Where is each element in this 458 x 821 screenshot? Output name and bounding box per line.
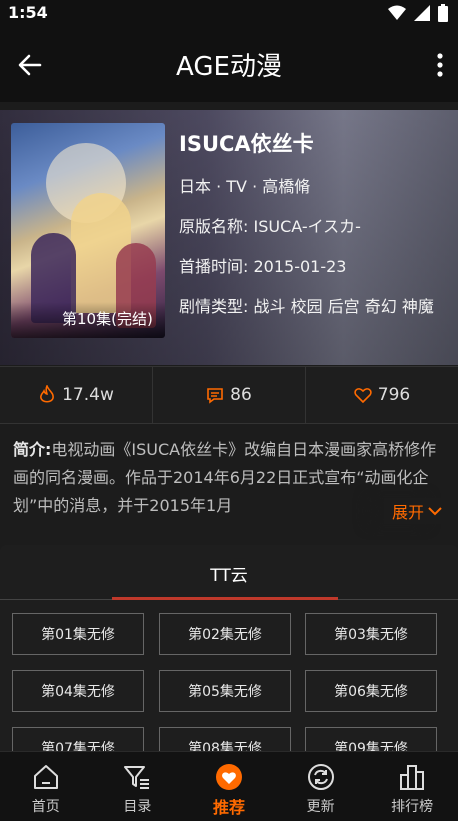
nav-label: 推荐 [212, 798, 245, 817]
nav-ranking[interactable]: 排行榜 [366, 752, 458, 821]
bottom-nav: 首页 目录 推荐 更新 排行榜 [0, 751, 458, 821]
source-tabs: TT云 [0, 545, 458, 600]
signal-icon [414, 5, 430, 21]
expand-button[interactable]: 展开 [383, 498, 442, 524]
synopsis-text: 电视动画《ISUCA依丝卡》改编自日本漫画家高桥修作画的同名漫画。作品于2014… [13, 440, 437, 515]
episode-button[interactable]: 第01集无修 [12, 613, 144, 655]
nav-label: 排行榜 [391, 799, 434, 815]
nav-label: 目录 [123, 799, 152, 815]
ranking-icon [400, 765, 425, 790]
home-icon [33, 765, 58, 789]
episode-badge: 第10集(完结) [11, 302, 165, 338]
heart-icon [354, 388, 372, 403]
nav-label: 首页 [31, 799, 60, 815]
flame-icon [40, 385, 55, 403]
like-count: 796 [377, 385, 411, 405]
anime-header: 第10集(完结) ISUCA依丝卡 日本 · TV · 高橋脩 原版名称: IS… [0, 110, 458, 365]
expand-label: 展开 [391, 503, 424, 522]
heat-count: 17.4w [62, 385, 114, 405]
nav-catalog[interactable]: 目录 [92, 752, 184, 821]
more-vert-icon[interactable] [436, 50, 444, 80]
episode-button[interactable]: 第04集无修 [12, 670, 144, 712]
tab-indicator [112, 597, 338, 600]
heat-stat: 17.4w [0, 367, 152, 423]
wifi-icon [388, 5, 406, 20]
tab-tt-cloud[interactable]: TT云 [0, 561, 458, 586]
synopsis: 简介:电视动画《ISUCA依丝卡》改编自日本漫画家高桥修作画的同名漫画。作品于2… [13, 436, 447, 524]
episode-button[interactable]: 第03集无修 [305, 613, 437, 655]
anime-info: ISUCA依丝卡 日本 · TV · 高橋脩 原版名称: ISUCA-イスカ- … [179, 128, 449, 334]
status-time: 1:54 [8, 3, 48, 22]
stats-bar: 17.4w 86 796 [0, 366, 458, 424]
episode-button[interactable]: 第02集无修 [159, 613, 291, 655]
like-stat[interactable]: 796 [305, 367, 458, 423]
nav-label: 更新 [306, 799, 335, 815]
anime-meta: 日本 · TV · 高橋脩 [179, 177, 311, 196]
comment-count: 86 [230, 385, 252, 405]
refresh-icon [307, 764, 334, 790]
nav-recommend[interactable]: 推荐 [183, 752, 275, 821]
app-bar: AGE动漫 [0, 26, 458, 102]
filter-list-icon [124, 766, 150, 789]
genres: 剧情类型: 战斗 校园 后宫 奇幻 神魔 [179, 297, 434, 316]
page-title: AGE动漫 [176, 52, 282, 82]
chevron-down-icon [428, 507, 442, 516]
status-bar: 1:54 [0, 0, 458, 26]
battery-icon [438, 4, 448, 22]
episode-badge-text: 第10集(完结) [62, 310, 153, 328]
episode-button[interactable]: 第06集无修 [305, 670, 437, 712]
anime-title: ISUCA依丝卡 [179, 132, 314, 156]
comment-stat[interactable]: 86 [152, 367, 305, 423]
comment-icon [207, 388, 223, 404]
nav-home[interactable]: 首页 [0, 752, 92, 821]
original-name: 原版名称: ISUCA-イスカ- [179, 217, 361, 236]
synopsis-label: 简介: [13, 440, 52, 459]
heart-circle-icon [215, 764, 242, 790]
episode-panel: TT云 第01集无修 第02集无修 第03集无修 第04集无修 第05集无修 第… [0, 545, 458, 769]
nav-updates[interactable]: 更新 [275, 752, 367, 821]
episode-button[interactable]: 第05集无修 [159, 670, 291, 712]
anime-poster[interactable]: 第10集(完结) [11, 123, 165, 338]
air-date: 首播时间: 2015-01-23 [179, 257, 347, 276]
